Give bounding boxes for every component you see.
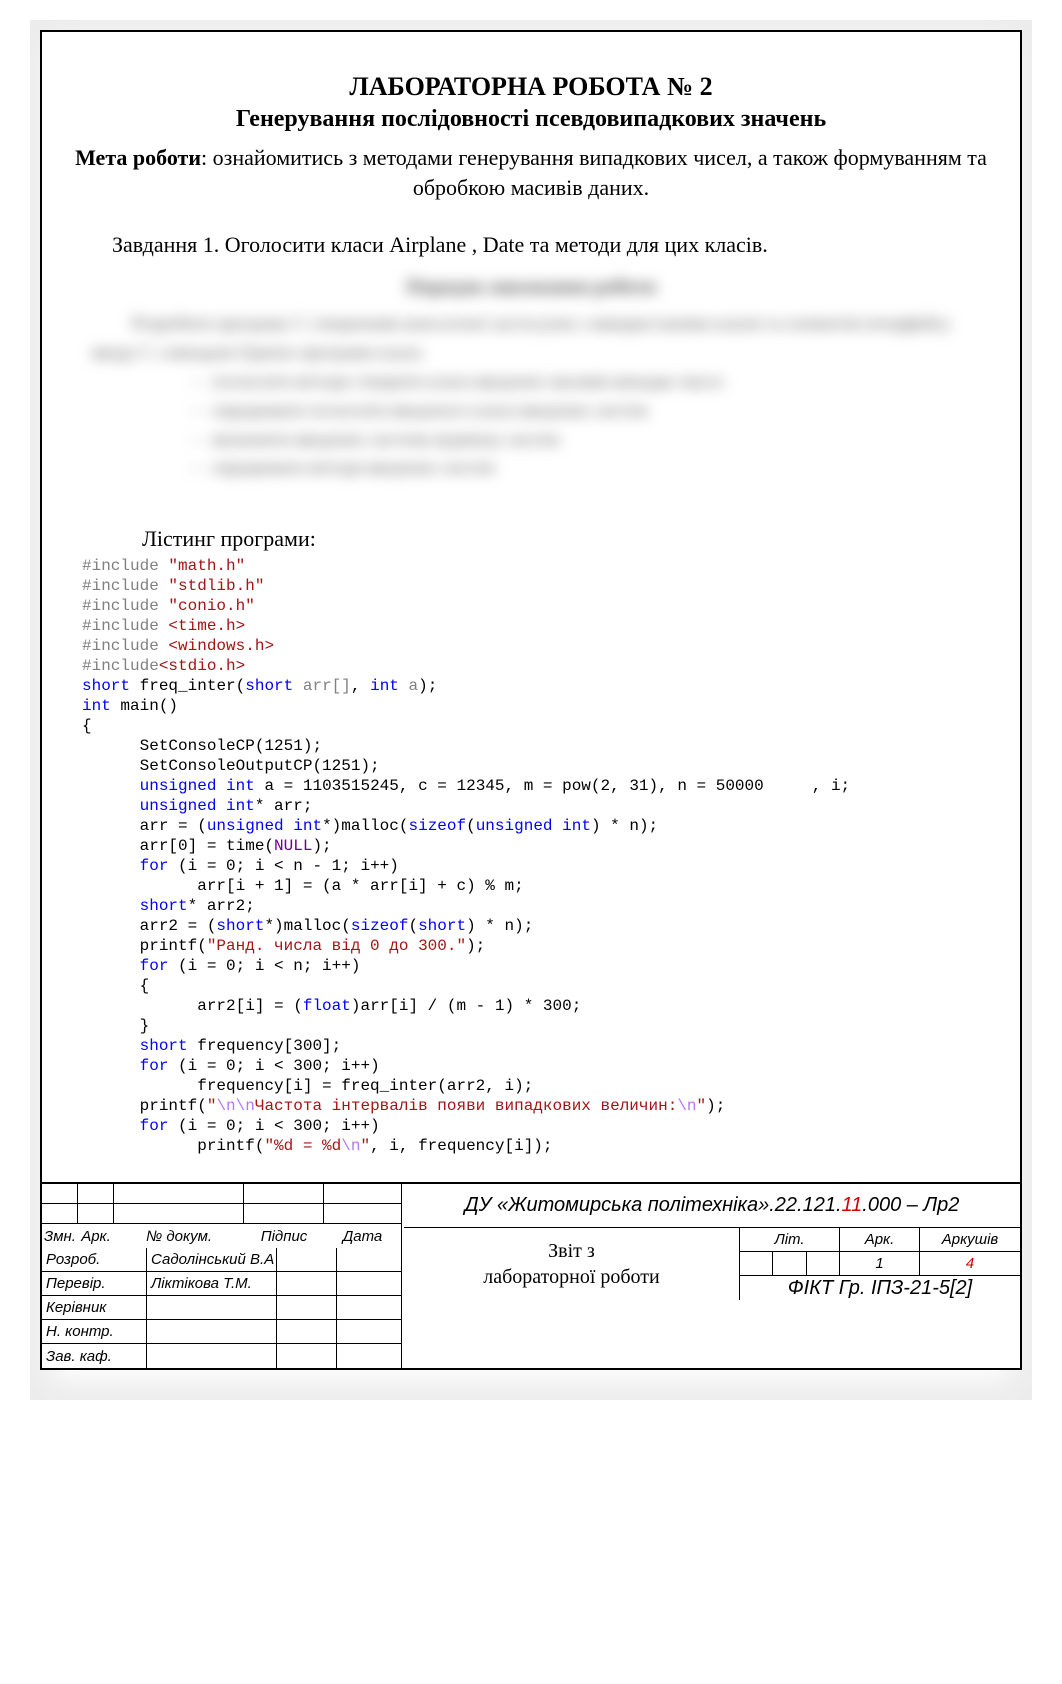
code-listing: #include "math.h" #include "stdlib.h" #i… [82,556,1000,1156]
hdr-docnum: № докум. [114,1224,244,1248]
role-check-name: Ліктікова Т.М. [147,1272,277,1296]
document-frame: ЛАБОРАТОРНА РОБОТА № 2 Генерування послі… [40,30,1022,1370]
doc-code-prefix: ДУ «Житомирська політехніка».22.121. [465,1194,842,1217]
stamp-left-column: Змн. Арк. № докум. Підпис Дата Розроб.Са… [42,1184,404,1368]
role-dev-name: Садолінський В.А [147,1248,277,1272]
stamp-header-row: Змн. Арк. № докум. Підпис Дата [42,1224,404,1248]
role-check: Перевір. [42,1272,147,1296]
group-code: ФІКТ Гр. ІПЗ-21-5[2] [740,1276,1020,1300]
objective-text: : ознайомитись з методами генерування ви… [201,145,987,200]
document-content: ЛАБОРАТОРНА РОБОТА № 2 Генерування послі… [62,72,1000,1156]
doc-code-highlight: 11 [842,1194,863,1217]
stamp-revision-rows [42,1184,404,1224]
report-title: Звіт з лабораторної роботи [404,1228,740,1300]
blurred-preview: Порядок виконання роботи Розробити прогр… [92,276,970,486]
lab-title: ЛАБОРАТОРНА РОБОТА № 2 [62,72,1000,102]
objective-label: Мета роботи [75,145,201,170]
info-arksh-value: 4 [920,1252,1020,1275]
role-head: Зав. каф. [42,1344,147,1368]
stamp-roles: Розроб.Садолінський В.А Перевір.Ліктіков… [42,1248,404,1368]
doc-code-suffix: .000 – Лр2 [862,1194,959,1217]
hdr-zmn: Змн. [42,1224,78,1248]
role-dev: Розроб. [42,1248,147,1272]
stamp-right-column: ДУ «Житомирська політехніка».22.121.11.0… [404,1184,1020,1368]
listing-label: Лістинг програми: [142,526,1000,552]
role-nctrl: Н. контр. [42,1320,147,1344]
gost-title-block: Змн. Арк. № докум. Підпис Дата Розроб.Са… [40,1182,1022,1370]
hdr-date: Дата [324,1224,402,1248]
page: ЛАБОРАТОРНА РОБОТА № 2 Генерування послі… [0,0,1062,1400]
info-ark-value: 1 [840,1252,920,1275]
role-lead: Керівник [42,1296,147,1320]
task-1: Завдання 1. Оголосити класи Airplane , D… [72,232,990,258]
lab-subtitle: Генерування послідовності псевдовипадков… [62,106,1000,133]
info-lit-label: Літ. [740,1228,840,1252]
info-arksh-label: Аркушів [920,1228,1020,1252]
hdr-ark: Арк. [78,1224,114,1248]
info-ark-label: Арк. [840,1228,920,1252]
document-code: ДУ «Житомирська політехніка».22.121.11.0… [404,1184,1020,1228]
info-lit-value [740,1252,840,1275]
hdr-sign: Підпис [244,1224,324,1248]
objective-paragraph: Мета роботи: ознайомитись з методами ген… [72,143,990,202]
